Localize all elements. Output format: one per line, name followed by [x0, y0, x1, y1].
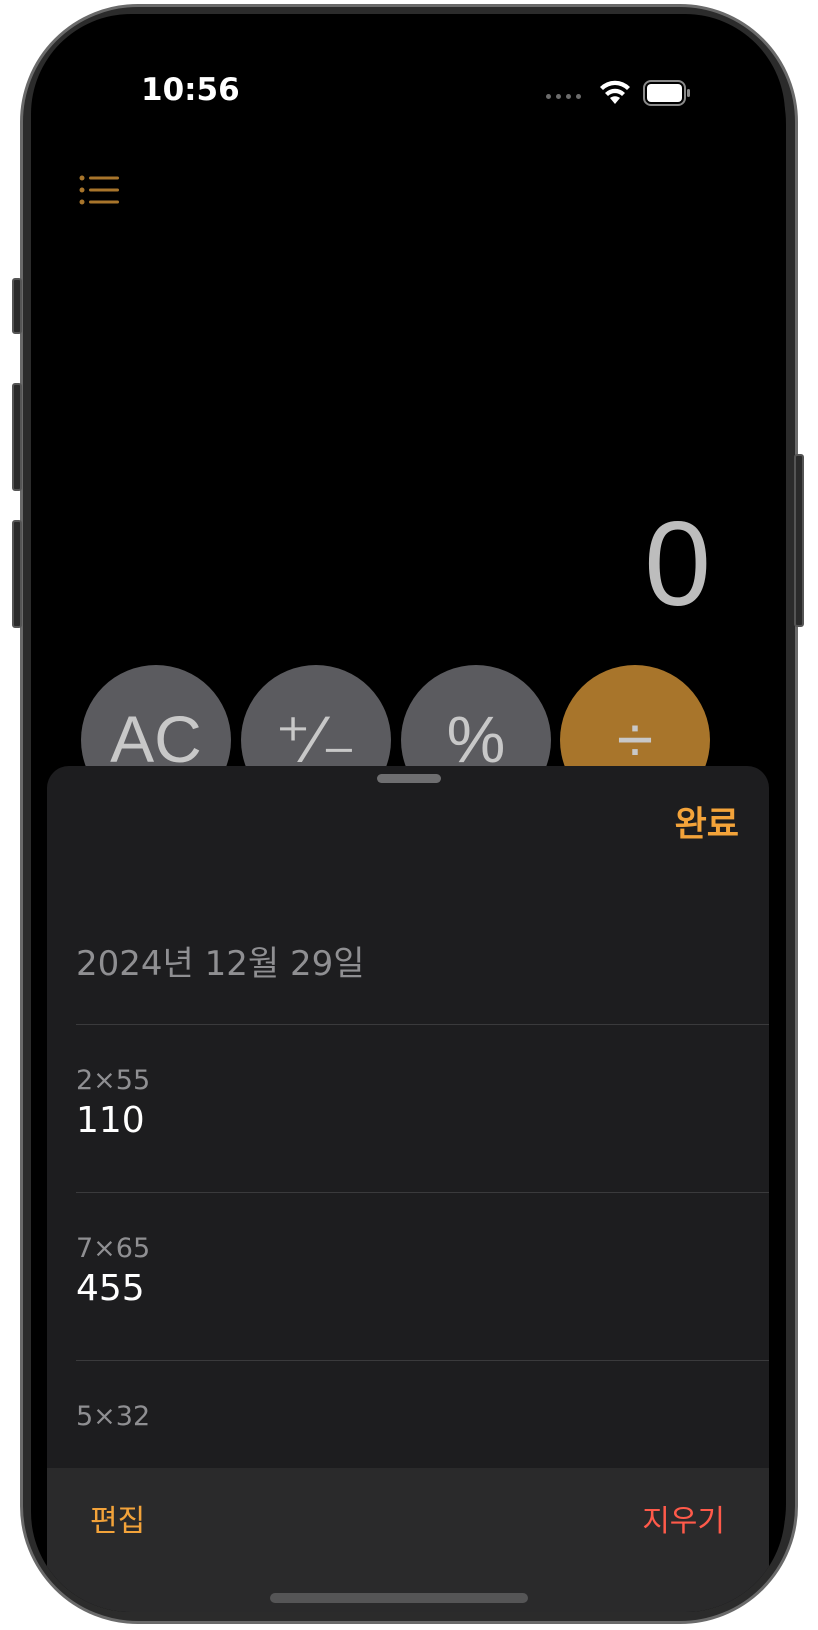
calculator-display: 0	[644, 497, 711, 631]
history-expression: 5×32	[76, 1401, 151, 1432]
volume-up-button	[12, 383, 22, 491]
action-button	[12, 278, 22, 334]
clear-button[interactable]: 지우기	[642, 1496, 725, 1540]
history-result: 455	[76, 1268, 145, 1309]
done-button[interactable]: 완료	[675, 796, 739, 847]
wifi-icon	[600, 80, 630, 104]
history-sheet: 완료 2024년 12월 29일 2×55 110 7×65 455 5×32 …	[47, 766, 769, 1612]
history-row[interactable]: 7×65 455	[76, 1192, 769, 1360]
volume-down-button	[12, 520, 22, 628]
history-row[interactable]: 2×55 110	[76, 1024, 769, 1192]
history-result: 110	[76, 1100, 145, 1141]
history-toolbar: 편집 지우기	[47, 1468, 769, 1612]
history-expression: 7×65	[76, 1233, 151, 1264]
home-indicator[interactable]	[270, 1593, 528, 1603]
screen: 10:56 0 AC ⁺∕₋ % ÷ 완료 2024년 12월 29일 2×55…	[31, 14, 785, 1612]
history-expression: 2×55	[76, 1065, 151, 1096]
history-date-header: 2024년 12월 29일	[76, 944, 365, 984]
cellular-signal-icon	[546, 94, 581, 99]
status-time: 10:56	[141, 72, 240, 108]
sheet-grabber[interactable]	[377, 774, 441, 783]
list-bullet-icon[interactable]	[79, 172, 121, 208]
battery-icon	[643, 80, 690, 106]
edit-button[interactable]: 편집	[90, 1496, 145, 1540]
power-button	[794, 454, 804, 627]
